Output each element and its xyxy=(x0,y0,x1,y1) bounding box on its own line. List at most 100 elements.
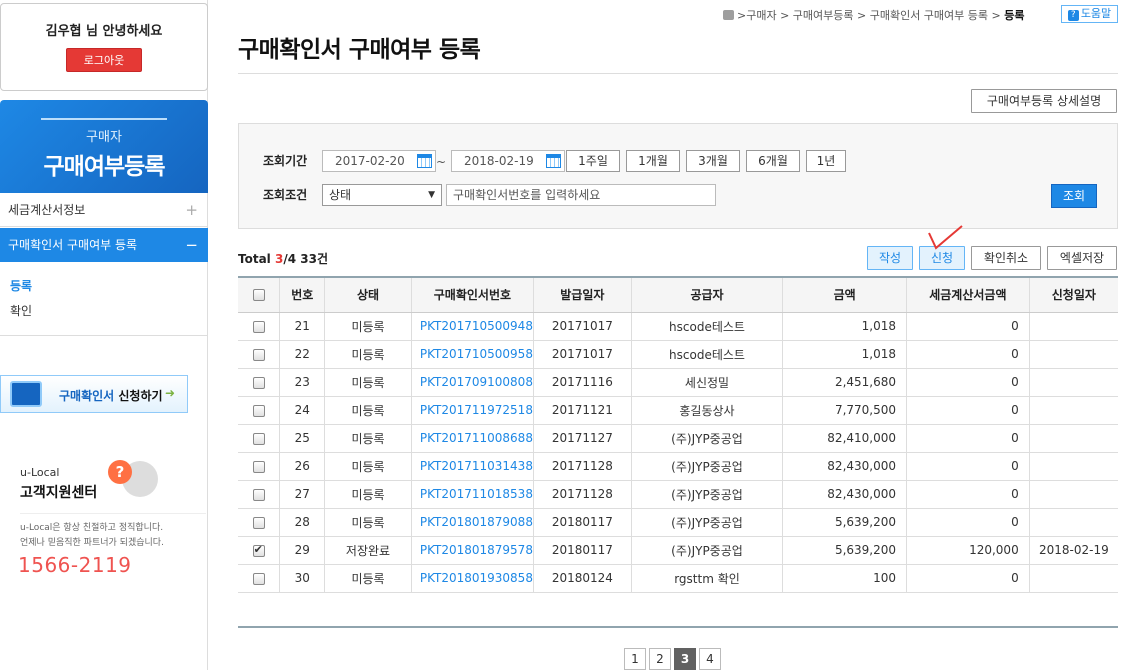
sidebar-item-tax-invoice[interactable]: 세금계산서정보 + xyxy=(0,193,208,227)
sidebar-item-purchase-confirm[interactable]: 구매확인서 구매여부 등록 − xyxy=(0,228,208,262)
row-number: 26 xyxy=(279,452,326,481)
submenu-item-confirm[interactable]: 확인 xyxy=(10,301,208,326)
period-6month-button[interactable]: 6개월 xyxy=(746,150,800,172)
apply-banner-text-dark: 신청하기 xyxy=(114,389,163,403)
cs-title: 고객지원센터 xyxy=(20,485,98,501)
home-icon[interactable] xyxy=(723,10,734,20)
detail-description-button[interactable]: 구매여부등록 상세설명 xyxy=(971,89,1117,113)
page-button[interactable]: 1 xyxy=(624,648,646,670)
calendar-icon[interactable] xyxy=(546,154,561,168)
logout-button[interactable]: 로그아웃 xyxy=(66,48,142,72)
monitor-icon xyxy=(10,381,42,407)
row-issue-date: 20171128 xyxy=(533,452,632,481)
table-row[interactable]: 24 미등록 PKT201711972518 20171121 홍길동상사 7,770,5… xyxy=(238,396,1118,425)
table-row[interactable]: 21 미등록 PKT201710500948 20171017 hscode테스트 1,0… xyxy=(238,312,1118,341)
page-title: 구매확인서 구매여부 등록 xyxy=(238,37,481,63)
table-row[interactable]: 26 미등록 PKT201711031438 20171128 (주)JYP중공업 82,… xyxy=(238,452,1118,481)
period-1month-button[interactable]: 1개월 xyxy=(626,150,680,172)
row-checkbox[interactable] xyxy=(252,348,265,361)
row-status: 저장완료 xyxy=(324,536,412,565)
row-number: 29 xyxy=(279,536,326,565)
period-1week-button[interactable]: 1주일 xyxy=(566,150,620,172)
row-amount: 1,018 xyxy=(782,340,908,369)
row-checkbox[interactable] xyxy=(252,320,265,333)
page-button[interactable]: 3 xyxy=(674,648,696,670)
row-supplier: hscode테스트 xyxy=(631,312,784,341)
date-from-input[interactable]: 2017-02-20 xyxy=(322,150,436,172)
row-apply-date xyxy=(1029,508,1118,537)
row-doc-number-link[interactable]: PKT201801930858 xyxy=(411,564,534,593)
row-number: 21 xyxy=(279,312,326,341)
purchase-table: 번호 상태 구매확인서번호 발급일자 공급자 금액 세금계산서금액 신청일자 2… xyxy=(238,276,1118,593)
row-checkbox[interactable] xyxy=(252,572,265,585)
row-checkbox[interactable] xyxy=(252,404,265,417)
column-header: 구매확인서번호 xyxy=(411,277,534,313)
period-label: 조회기간 xyxy=(263,154,308,168)
row-issue-date: 20180124 xyxy=(533,564,632,593)
select-all-checkbox[interactable] xyxy=(252,289,265,302)
breadcrumb-path[interactable]: >구매자 > 구매여부등록 > 구매확인서 구매여부 등록 > xyxy=(737,9,1004,22)
table-row[interactable]: 28 미등록 PKT201801879088 20180117 (주)JYP중공업 5,6… xyxy=(238,508,1118,537)
calendar-icon[interactable] xyxy=(417,154,432,168)
table-header-row: 번호 상태 구매확인서번호 발급일자 공급자 금액 세금계산서금액 신청일자 xyxy=(238,277,1118,313)
row-apply-date xyxy=(1029,424,1118,453)
search-button[interactable]: 조회 xyxy=(1051,184,1097,208)
apply-banner-text-blue: 구매확인서 xyxy=(59,389,115,403)
row-checkbox[interactable] xyxy=(252,488,265,501)
row-doc-number-link[interactable]: PKT201709100808 xyxy=(411,368,534,397)
customer-support-box: u-Local 고객지원센터 ? u-Local은 항상 친절하고 정직합니다.… xyxy=(0,455,208,585)
cs-divider xyxy=(20,513,206,514)
period-3month-button[interactable]: 3개월 xyxy=(686,150,740,172)
row-doc-number-link[interactable]: PKT201710500948 xyxy=(411,312,534,341)
status-select[interactable]: 상태 ▼ xyxy=(322,184,442,206)
excel-save-button[interactable]: 엑셀저장 xyxy=(1047,246,1117,270)
row-doc-number-link[interactable]: PKT201801879088 xyxy=(411,508,534,537)
row-doc-number-link[interactable]: PKT201710500958 xyxy=(411,340,534,369)
cancel-confirm-button[interactable]: 확인취소 xyxy=(971,246,1041,270)
row-status: 미등록 xyxy=(324,424,412,453)
period-1year-button[interactable]: 1년 xyxy=(806,150,846,172)
date-to-input[interactable]: 2018-02-19 xyxy=(451,150,565,172)
row-doc-number-link[interactable]: PKT201801879578 xyxy=(411,536,534,565)
help-icon: ? xyxy=(1067,10,1079,21)
row-apply-date xyxy=(1029,396,1118,425)
row-checkbox[interactable] xyxy=(252,376,265,389)
search-input[interactable]: 구매확인서번호를 입력하세요 xyxy=(446,184,716,206)
column-header: 발급일자 xyxy=(533,277,632,313)
total-rest: /4 33건 xyxy=(283,252,328,266)
row-apply-date xyxy=(1029,452,1118,481)
row-tax-amount: 0 xyxy=(906,452,1030,481)
row-doc-number-link[interactable]: PKT201711008688 xyxy=(411,424,534,453)
row-apply-date xyxy=(1029,368,1118,397)
row-apply-date xyxy=(1029,564,1118,593)
table-row[interactable]: 30 미등록 PKT201801930858 20180124 rgsttm 확인 100… xyxy=(238,564,1118,593)
table-row[interactable]: 27 미등록 PKT201711018538 20171128 (주)JYP중공업 82,… xyxy=(238,480,1118,509)
row-doc-number-link[interactable]: PKT201711031438 xyxy=(411,452,534,481)
row-apply-date xyxy=(1029,340,1118,369)
row-doc-number-link[interactable]: PKT201711972518 xyxy=(411,396,534,425)
question-icon: ? xyxy=(108,460,132,484)
page-button[interactable]: 2 xyxy=(649,648,671,670)
row-issue-date: 20171116 xyxy=(533,368,632,397)
row-checkbox[interactable] xyxy=(252,543,265,557)
table-row[interactable]: 29저장완료PKT20180187957820180117(주)JYP중공업5,… xyxy=(238,536,1118,565)
date-from-value: 2017-02-20 xyxy=(335,154,405,168)
apply-banner-text: 구매확인서 신청하기 xyxy=(59,387,163,404)
table-row[interactable]: 23 미등록 PKT201709100808 20171116 세신정밀 2,451,68… xyxy=(238,368,1118,397)
table-row[interactable]: 25 미등록 PKT201711008688 20171127 (주)JYP중공업 82,… xyxy=(238,424,1118,453)
row-number: 25 xyxy=(279,424,326,453)
submenu-item-register[interactable]: 등록 xyxy=(10,276,208,301)
row-checkbox[interactable] xyxy=(252,460,265,473)
cs-description: u-Local은 항상 친절하고 정직합니다. 언제나 믿음직한 파트너가 되겠… xyxy=(20,521,164,551)
page-button[interactable]: 4 xyxy=(699,648,721,670)
help-button[interactable]: ? 도움말 xyxy=(1061,5,1118,23)
row-checkbox[interactable] xyxy=(252,516,265,529)
row-tax-amount: 0 xyxy=(906,564,1030,593)
apply-banner[interactable]: 구매확인서 신청하기 ➜ xyxy=(0,375,188,413)
row-doc-number-link[interactable]: PKT201711018538 xyxy=(411,480,534,509)
table-row[interactable]: 22 미등록 PKT201710500958 20171017 hscode테스트 1,0… xyxy=(238,340,1118,369)
column-header: 세금계산서금액 xyxy=(906,277,1030,313)
row-checkbox-cell xyxy=(238,508,281,537)
row-checkbox[interactable] xyxy=(252,432,265,445)
write-button[interactable]: 작성 xyxy=(867,246,913,270)
